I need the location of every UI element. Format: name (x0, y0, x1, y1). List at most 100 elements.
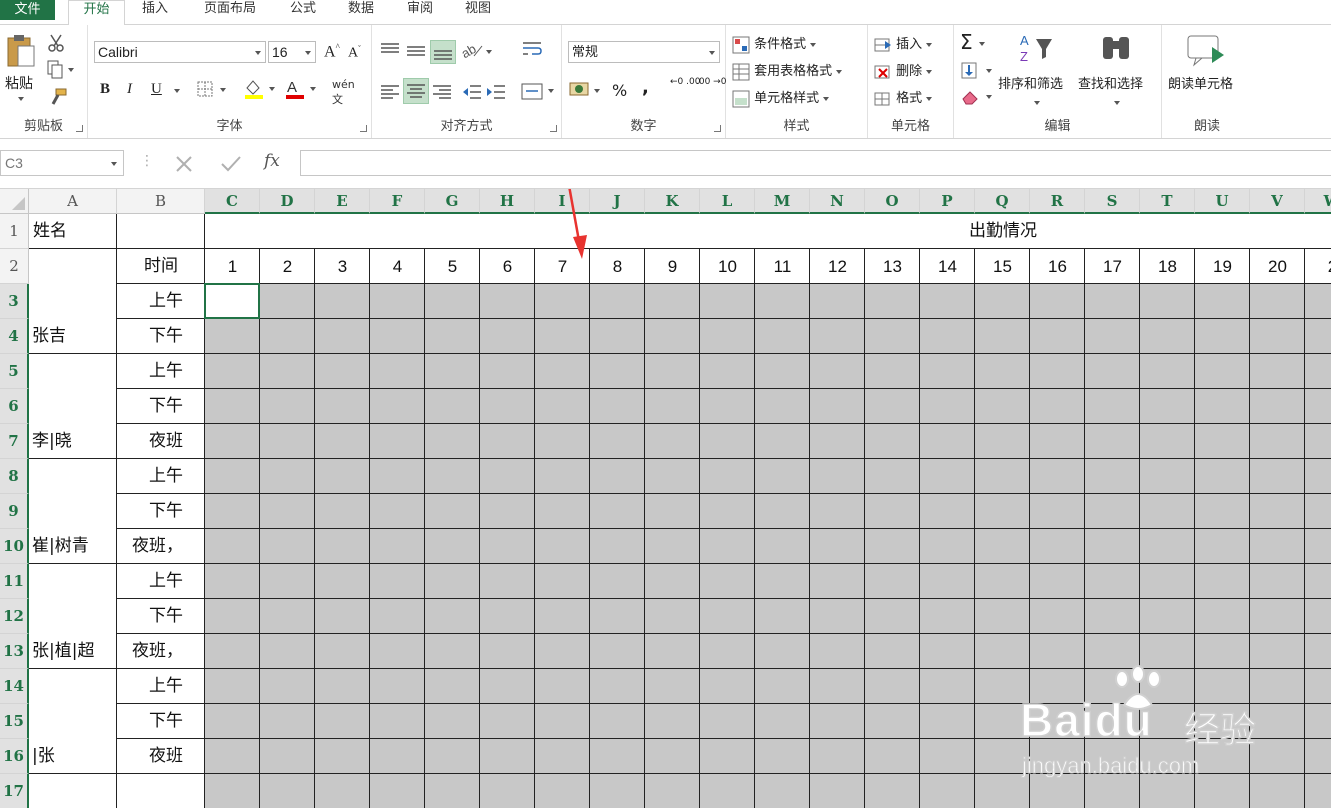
name-box[interactable]: C3 (0, 150, 124, 176)
autosum-icon[interactable]: Σ (960, 30, 985, 54)
cell-styles-icon (732, 90, 750, 107)
align-bottom-icon (434, 50, 452, 60)
styles-group: 条件格式 套用表格格式 单元格样式 样式 (726, 25, 868, 138)
increase-decimal-button[interactable]: ←0 .00 (670, 77, 700, 87)
number-format-select[interactable]: 常规 (568, 41, 720, 63)
delete-cells-icon (874, 65, 890, 78)
font-size-select[interactable]: 16 (268, 41, 316, 63)
underline-button[interactable]: U (151, 81, 162, 98)
italic-button[interactable]: I (127, 81, 132, 98)
tab-review[interactable]: 审阅 (397, 0, 443, 25)
chevron-down-icon (111, 162, 117, 166)
orientation-icon[interactable]: ab (460, 40, 494, 62)
svg-text:Z: Z (1020, 49, 1028, 64)
align-center-button[interactable] (403, 78, 429, 104)
format-as-table-button[interactable]: 套用表格格式 (732, 60, 843, 81)
formula-bar: C3 ⋮ fx (0, 139, 1331, 189)
alignment-group: ab 对齐方式 (372, 25, 562, 138)
paste-dropdown-icon (18, 97, 24, 101)
conditional-formatting-icon (732, 36, 750, 53)
tab-file[interactable]: 文件 (0, 0, 55, 20)
ribbon: 粘贴 剪贴板 Calibri 16 A^ Aˇ B I U A wén 文 字体… (0, 24, 1331, 139)
comma-button[interactable]: , (642, 77, 649, 98)
number-launcher-icon[interactable] (714, 125, 721, 132)
styles-group-label: 样式 (783, 119, 810, 134)
insert-cells-button[interactable]: 插入 (874, 33, 933, 54)
wrap-text-icon[interactable] (520, 39, 544, 61)
paste-button[interactable]: 粘贴 (4, 33, 38, 113)
chevron-down-icon (810, 42, 817, 47)
chevron-down-icon (1034, 101, 1040, 105)
arrow-line (568, 189, 581, 242)
accounting-format-icon[interactable] (568, 80, 604, 102)
chevron-down-icon (255, 51, 261, 55)
read-group-label: 朗读 (1193, 119, 1220, 134)
format-cells-button[interactable]: 格式 (874, 87, 933, 108)
svg-text:A: A (287, 79, 297, 96)
percent-button[interactable]: % (612, 81, 627, 100)
chevron-down-icon (926, 42, 933, 47)
alignment-group-label: 对齐方式 (440, 119, 493, 134)
bold-button[interactable]: B (100, 81, 110, 98)
borders-icon[interactable] (196, 80, 232, 100)
cancel-icon[interactable] (174, 154, 194, 174)
decrease-decimal-button[interactable]: .00 →0 (696, 77, 726, 87)
chevron-down-icon (1114, 101, 1120, 105)
clipboard-group: 粘贴 剪贴板 (0, 25, 88, 138)
binoculars-icon (1103, 37, 1129, 59)
clear-icon[interactable] (960, 87, 994, 107)
read-cells-button[interactable]: 朗读单元格 (1168, 31, 1248, 113)
font-launcher-icon[interactable] (360, 125, 367, 132)
find-select-button[interactable]: 查找和选择 (1078, 31, 1156, 113)
sort-filter-icon: A Z (1020, 33, 1052, 64)
tab-page-layout[interactable]: 页面布局 (190, 0, 270, 25)
font-group-label: 字体 (216, 119, 243, 134)
chevron-down-icon (836, 69, 843, 74)
speech-bubble-icon (1187, 35, 1224, 67)
cell-styles-button[interactable]: 单元格样式 (732, 87, 830, 108)
cut-icon[interactable] (46, 33, 66, 53)
copy-icon[interactable] (46, 59, 76, 79)
tab-formulas[interactable]: 公式 (280, 0, 326, 25)
font-color-icon[interactable]: A (284, 78, 320, 100)
insert-cells-icon (874, 38, 891, 51)
align-left-icon[interactable] (378, 81, 402, 103)
delete-cells-button[interactable]: 删除 (874, 60, 933, 81)
alignment-launcher-icon[interactable] (550, 125, 557, 132)
increase-indent-icon[interactable] (484, 81, 508, 103)
chevron-down-icon (823, 96, 830, 101)
font-name-select[interactable]: Calibri (94, 41, 266, 63)
insert-function-icon[interactable]: fx (264, 151, 280, 171)
number-group: 常规 % , ←0 .00 .00 →0 数字 (562, 25, 726, 138)
merge-center-icon[interactable] (520, 81, 558, 103)
align-bottom-button[interactable] (430, 40, 456, 64)
watermark-url: jingyan.baidu.com (1021, 753, 1200, 779)
read-group: 朗读单元格 朗读 (1162, 25, 1252, 138)
align-right-icon[interactable] (430, 81, 454, 103)
underline-dropdown-icon[interactable] (174, 89, 180, 93)
align-middle-icon[interactable] (404, 40, 428, 62)
format-cells-icon (874, 92, 890, 105)
sort-filter-button[interactable]: A Z 排序和筛选 (998, 31, 1074, 113)
conditional-formatting-button[interactable]: 条件格式 (732, 33, 817, 54)
enter-icon[interactable] (220, 154, 242, 174)
format-painter-icon[interactable] (48, 87, 68, 107)
fill-icon[interactable] (960, 61, 994, 81)
ribbon-tab-bar: 文件 开始 插入 页面布局 公式 数据 审阅 视图 (0, 0, 1331, 25)
phonetic-icon[interactable]: wén 文 (332, 78, 355, 107)
formula-input[interactable] (300, 150, 1331, 176)
clipboard-launcher-icon[interactable] (76, 125, 83, 132)
cells-group: 插入 删除 格式 单元格 (868, 25, 954, 138)
tab-insert[interactable]: 插入 (130, 0, 180, 25)
decrease-indent-icon[interactable] (460, 81, 484, 103)
chevron-down-icon (926, 96, 933, 101)
number-group-label: 数字 (630, 119, 657, 134)
shrink-font-icon[interactable]: Aˇ (348, 44, 361, 62)
tab-home[interactable]: 开始 (68, 0, 125, 25)
grow-font-icon[interactable]: A^ (324, 42, 340, 61)
watermark-cn: 经验 (1183, 709, 1257, 752)
tab-view[interactable]: 视图 (455, 0, 501, 25)
tab-data[interactable]: 数据 (338, 0, 384, 25)
fill-color-icon[interactable] (243, 78, 279, 100)
align-top-icon[interactable] (378, 40, 402, 62)
